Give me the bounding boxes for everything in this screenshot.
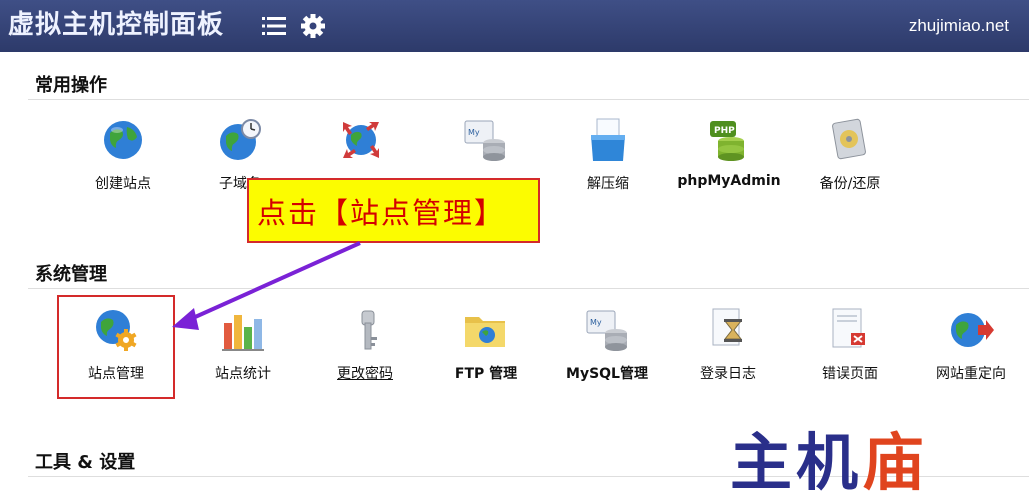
tile-phpmyadmin[interactable]: PHP phpMyAdmin <box>669 117 789 189</box>
watermark-text: 主机 <box>730 426 863 495</box>
tile-login-log[interactable]: 登录日志 <box>668 307 788 383</box>
section-divider <box>28 288 1029 289</box>
svg-text:PHP: PHP <box>714 126 735 136</box>
tile-mysql-management[interactable]: My MySQL管理 <box>547 307 667 383</box>
tile-label: 更改密码 <box>337 366 393 382</box>
bar-chart-icon <box>220 307 266 353</box>
tile-label: 登录日志 <box>700 366 756 382</box>
tile-change-password[interactable]: 更改密码 <box>305 307 425 383</box>
section-divider <box>28 99 1029 100</box>
section-title-common: 常用操作 <box>35 75 107 96</box>
folder-globe-icon <box>463 307 509 353</box>
tile-create-site[interactable]: 创建站点 <box>63 117 183 193</box>
tile-label: 网站重定向 <box>936 366 1006 382</box>
globe-arrows-icon <box>338 117 384 163</box>
section-title-tools: 工具 & 设置 <box>35 452 136 473</box>
tile-ftp-management[interactable]: FTP 管理 <box>426 307 546 383</box>
php-database-icon: PHP <box>706 117 752 163</box>
error-page-icon <box>827 307 873 353</box>
gear-icon[interactable] <box>300 13 326 39</box>
globe-redirect-icon <box>948 307 994 353</box>
key-icon <box>342 307 388 353</box>
annotation-callout: 点击【站点管理】 <box>247 178 540 243</box>
hourglass-doc-icon <box>705 307 751 353</box>
tile-label: 站点统计 <box>215 366 271 382</box>
tile-label: 错误页面 <box>822 366 878 382</box>
archive-icon <box>585 117 631 163</box>
svg-text:My: My <box>468 128 480 137</box>
app-title: 虚拟主机控制面板 <box>8 10 225 40</box>
section-title-system: 系统管理 <box>35 264 107 285</box>
tile-label: 备份/还原 <box>819 176 881 192</box>
watermark-logo: 主机庙 <box>730 412 928 495</box>
tile-label: FTP 管理 <box>454 366 518 382</box>
mysql-database-icon: My <box>584 307 630 353</box>
hamburger-menu-icon[interactable] <box>262 14 286 38</box>
tile-label: 解压缩 <box>587 176 629 192</box>
tile-label: MySQL管理 <box>566 366 648 382</box>
annotation-callout-text: 点击【站点管理】 <box>257 196 506 230</box>
site-domain: zhujimiao.net <box>908 16 1009 35</box>
tile-mysql[interactable]: My <box>425 117 545 173</box>
tile-unzip[interactable]: 解压缩 <box>548 117 668 193</box>
mysql-database-icon: My <box>462 117 508 163</box>
tile-globe-arrows[interactable] <box>301 117 421 173</box>
tile-error-pages[interactable]: 错误页面 <box>790 307 910 383</box>
svg-text:My: My <box>590 318 602 327</box>
globe-clock-icon <box>217 117 263 163</box>
tile-label: 创建站点 <box>95 176 151 192</box>
watermark-accent-text: 庙 <box>862 426 929 495</box>
globe-icon <box>100 117 146 163</box>
top-header-bar: 虚拟主机控制面板 zhujimiao.net <box>0 0 1029 52</box>
tile-site-stats[interactable]: 站点统计 <box>183 307 303 383</box>
backup-disk-icon <box>827 117 873 163</box>
tile-site-redirect[interactable]: 网站重定向 <box>911 307 1029 383</box>
highlight-box-site-management <box>57 295 175 399</box>
tile-backup-restore[interactable]: 备份/还原 <box>790 117 910 193</box>
tile-label: phpMyAdmin <box>677 173 781 189</box>
